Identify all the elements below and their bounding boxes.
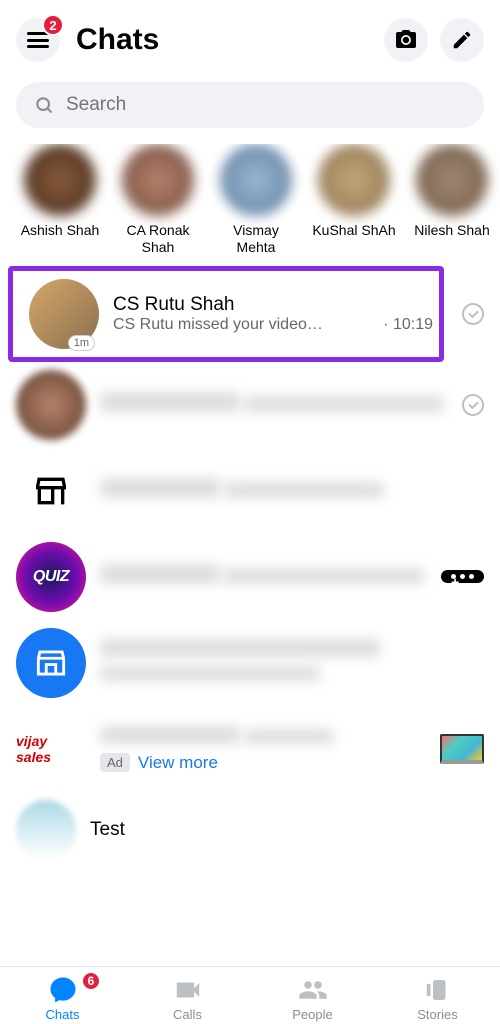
activity-badge: 1m bbox=[68, 335, 95, 351]
story-avatar bbox=[122, 144, 194, 216]
redacted-preview bbox=[244, 396, 444, 412]
story-item[interactable]: KuShal ShAh bbox=[310, 144, 398, 256]
nav-badge: 6 bbox=[81, 971, 101, 991]
redacted-name bbox=[100, 726, 240, 744]
stories-row[interactable]: Ashish Shah CA Ronak Shah Vismay Mehta K… bbox=[0, 144, 500, 266]
nav-label: Calls bbox=[173, 1007, 202, 1022]
chat-avatar bbox=[16, 370, 86, 440]
redacted-preview bbox=[224, 482, 384, 498]
story-name: Ashish Shah bbox=[21, 222, 100, 239]
game-controller-icon: + bbox=[441, 570, 484, 583]
story-name: KuShal ShAh bbox=[312, 222, 395, 239]
brand-logo: vijay sales bbox=[16, 733, 86, 765]
chat-item-highlighted[interactable]: 1m CS Rutu Shah CS Rutu missed your vide… bbox=[8, 266, 444, 362]
people-icon bbox=[298, 975, 328, 1005]
chat-item[interactable] bbox=[0, 362, 462, 448]
story-name: Vismay Mehta bbox=[212, 222, 300, 256]
redacted-preview bbox=[244, 729, 334, 744]
nav-people[interactable]: People bbox=[250, 975, 375, 1022]
redacted-preview bbox=[100, 666, 320, 681]
redacted-name bbox=[100, 564, 220, 584]
chat-item[interactable] bbox=[0, 620, 500, 706]
stories-icon bbox=[423, 975, 453, 1005]
nav-label: Stories bbox=[417, 1007, 457, 1022]
chat-avatar bbox=[16, 628, 86, 698]
page-title: Chats bbox=[76, 23, 372, 57]
bottom-nav: Chats 6 Calls People Stories bbox=[0, 966, 500, 1024]
marketplace-icon bbox=[32, 644, 70, 682]
search-bar[interactable] bbox=[16, 82, 484, 128]
story-avatar bbox=[318, 144, 390, 216]
search-icon bbox=[34, 95, 54, 115]
story-name: Nilesh Shah bbox=[414, 222, 490, 239]
story-avatar bbox=[24, 144, 96, 216]
story-name: CA Ronak Shah bbox=[114, 222, 202, 256]
delivered-icon bbox=[462, 303, 484, 325]
chat-item-sponsored[interactable]: vijay sales Ad View more bbox=[0, 706, 500, 792]
story-item[interactable]: Vismay Mehta bbox=[212, 144, 300, 256]
chat-time: · 10:19 bbox=[383, 316, 433, 334]
redacted-name bbox=[100, 478, 220, 498]
story-item[interactable]: Ashish Shah bbox=[16, 144, 104, 256]
story-avatar bbox=[416, 144, 488, 216]
chat-preview: CS Rutu missed your video… bbox=[113, 316, 377, 334]
product-thumbnail bbox=[440, 734, 484, 764]
camera-icon bbox=[394, 28, 418, 52]
nav-label: People bbox=[292, 1007, 332, 1022]
pencil-icon bbox=[451, 29, 473, 51]
quiz-icon: QUIZ bbox=[33, 568, 69, 586]
chat-item[interactable] bbox=[0, 448, 500, 534]
menu-notification-badge: 2 bbox=[42, 14, 64, 36]
hamburger-icon bbox=[27, 32, 49, 48]
redacted-preview bbox=[224, 568, 424, 584]
delivered-icon bbox=[462, 394, 484, 416]
camera-button[interactable] bbox=[384, 18, 428, 62]
nav-calls[interactable]: Calls bbox=[125, 975, 250, 1022]
video-camera-icon bbox=[173, 975, 203, 1005]
chat-bubble-icon bbox=[48, 975, 78, 1005]
shop-icon bbox=[31, 471, 71, 511]
redacted-name bbox=[100, 392, 240, 412]
ad-label: Ad bbox=[100, 753, 130, 772]
view-more-link[interactable]: View more bbox=[138, 753, 218, 773]
chat-name: CS Rutu Shah bbox=[113, 294, 433, 316]
chat-item[interactable]: Test bbox=[0, 792, 500, 860]
nav-label: Chats bbox=[46, 1007, 80, 1022]
chat-avatar bbox=[16, 800, 76, 860]
chat-name: Test bbox=[90, 819, 484, 841]
nav-stories[interactable]: Stories bbox=[375, 975, 500, 1022]
compose-button[interactable] bbox=[440, 18, 484, 62]
chat-item[interactable]: QUIZ bbox=[0, 534, 441, 620]
chat-avatar bbox=[16, 456, 86, 526]
chat-avatar: QUIZ bbox=[16, 542, 86, 612]
story-avatar bbox=[220, 144, 292, 216]
chat-avatar: 1m bbox=[29, 279, 99, 349]
chat-avatar: vijay sales bbox=[16, 714, 86, 784]
search-input[interactable] bbox=[66, 94, 466, 116]
story-item[interactable]: Nilesh Shah bbox=[408, 144, 496, 256]
story-item[interactable]: CA Ronak Shah bbox=[114, 144, 202, 256]
menu-button[interactable]: 2 bbox=[16, 18, 60, 62]
nav-chats[interactable]: Chats 6 bbox=[0, 975, 125, 1022]
redacted-name bbox=[100, 639, 380, 657]
chat-list: 1m CS Rutu Shah CS Rutu missed your vide… bbox=[0, 266, 500, 860]
